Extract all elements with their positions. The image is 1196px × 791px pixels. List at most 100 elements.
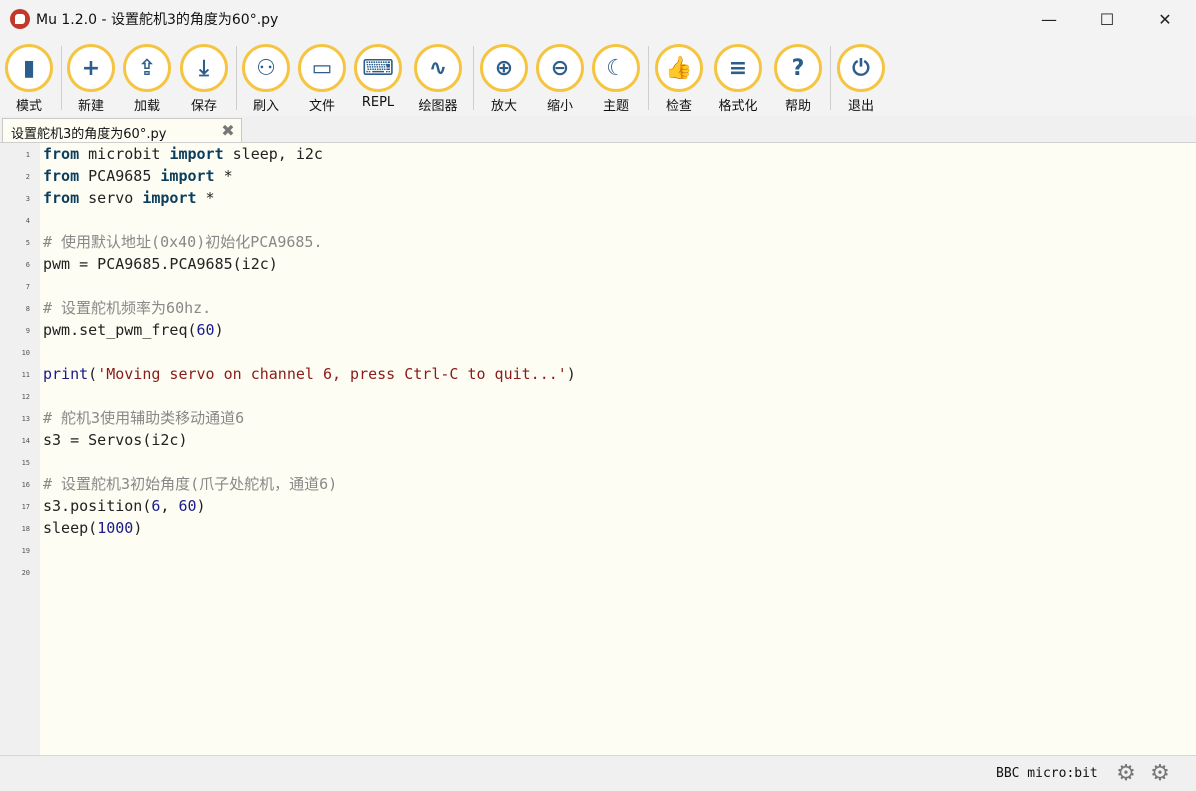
line-number: 15 <box>21 459 30 467</box>
toolbar-separator <box>830 46 831 110</box>
check-label: 检查 <box>665 99 692 114</box>
minimize-button[interactable]: — <box>1020 0 1078 38</box>
repl-button[interactable]: ⌨ REPL <box>352 44 404 110</box>
toolbar-separator <box>648 46 649 110</box>
power-icon: ⏻ <box>837 44 885 92</box>
zoom-out-label: 缩小 <box>546 99 573 114</box>
new-button[interactable]: + 新建 <box>65 44 117 114</box>
mu-logo-icon <box>10 9 30 29</box>
line-number: 19 <box>21 547 30 555</box>
zoom-in-label: 放大 <box>490 99 517 114</box>
check-button[interactable]: 👍 检查 <box>653 44 705 114</box>
code-line: print('Moving servo on channel 6, press … <box>43 365 576 383</box>
code-line: # 舵机3使用辅助类移动通道6 <box>43 409 245 427</box>
download-icon: ⤓ <box>180 44 228 92</box>
line-number: 12 <box>21 393 30 401</box>
moon-icon: ☾ <box>592 44 640 92</box>
zoom-in-icon: ⊕ <box>480 44 528 92</box>
line-number: 1 <box>25 151 30 159</box>
help-button[interactable]: ? 帮助 <box>772 44 824 114</box>
tab-bar: 设置舵机3的角度为60°.py ✖ <box>0 116 1196 142</box>
line-number: 3 <box>25 195 30 203</box>
quit-label: 退出 <box>847 99 874 114</box>
save-label: 保存 <box>190 99 217 114</box>
line-number: 13 <box>21 415 30 423</box>
line-number: 9 <box>25 327 30 335</box>
toolbar: ▮ 模式 + 新建 ⇪ 加载 ⤓ 保存 ⚇ 刷入 ▭ 文件 ⌨ REPL ∿ 绘… <box>0 38 1196 116</box>
files-icon: ▭ <box>298 44 346 92</box>
maximize-button[interactable]: ☐ <box>1078 0 1136 38</box>
line-number: 17 <box>21 503 30 511</box>
code-line: from microbit import sleep, i2c <box>43 145 323 163</box>
title-bar: Mu 1.2.0 - 设置舵机3的角度为60°.py — ☐ ✕ <box>0 0 1196 38</box>
load-label: 加载 <box>133 99 160 114</box>
code-line: # 使用默认地址(0x40)初始化PCA9685. <box>43 233 323 251</box>
line-number: 16 <box>21 481 30 489</box>
code-line: from PCA9685 import * <box>43 167 233 185</box>
file-tab[interactable]: 设置舵机3的角度为60°.py ✖ <box>2 118 242 142</box>
keyboard-icon: ⌨ <box>354 44 402 92</box>
mode-icon: ▮ <box>5 44 53 92</box>
new-label: 新建 <box>77 99 104 114</box>
code-line: from servo import * <box>43 189 215 207</box>
line-number: 2 <box>25 173 30 181</box>
help-icon: ? <box>774 44 822 92</box>
repl-label: REPL <box>361 95 395 110</box>
upload-icon: ⇪ <box>123 44 171 92</box>
code-line: pwm.set_pwm_freq(60) <box>43 321 224 339</box>
toolbar-separator <box>473 46 474 110</box>
toolbar-separator <box>236 46 237 110</box>
plus-icon: + <box>67 44 115 92</box>
zoom-in-button[interactable]: ⊕ 放大 <box>478 44 530 114</box>
zoom-out-icon: ⊖ <box>536 44 584 92</box>
tidy-button[interactable]: ≡ 格式化 <box>712 44 764 114</box>
plotter-button[interactable]: ∿ 绘图器 <box>412 44 464 114</box>
help-label: 帮助 <box>784 99 811 114</box>
mode-button[interactable]: ▮ 模式 <box>3 44 55 114</box>
device-disconnected-icon[interactable]: ⚙ <box>1114 762 1138 786</box>
line-number: 11 <box>21 371 30 379</box>
theme-button[interactable]: ☾ 主题 <box>590 44 642 114</box>
flash-button[interactable]: ⚇ 刷入 <box>240 44 292 114</box>
thumbs-up-icon: 👍 <box>655 44 703 92</box>
zoom-out-button[interactable]: ⊖ 缩小 <box>534 44 586 114</box>
code-line: s3 = Servos(i2c) <box>43 431 188 449</box>
save-button[interactable]: ⤓ 保存 <box>178 44 230 114</box>
flash-label: 刷入 <box>252 99 279 114</box>
close-tab-icon[interactable]: ✖ <box>219 122 237 140</box>
mode-indicator[interactable]: BBC micro:bit <box>996 766 1098 781</box>
plotter-icon: ∿ <box>414 44 462 92</box>
code-editor[interactable]: 1 2 3 4 5 6 7 8 9 10 11 12 13 14 15 16 1… <box>0 142 1196 756</box>
line-number: 20 <box>21 569 30 577</box>
window-title: Mu 1.2.0 - 设置舵机3的角度为60°.py <box>36 12 279 28</box>
close-window-button[interactable]: ✕ <box>1136 0 1194 38</box>
load-button[interactable]: ⇪ 加载 <box>121 44 173 114</box>
microbit-icon: ⚇ <box>242 44 290 92</box>
line-number: 6 <box>25 261 30 269</box>
code-line: sleep(1000) <box>43 519 143 537</box>
line-number: 8 <box>25 305 30 313</box>
tidy-label: 格式化 <box>718 99 758 114</box>
code-line: # 设置舵机3初始角度(爪子处舵机，通道6) <box>43 475 338 493</box>
code-line: # 设置舵机频率为60hz. <box>43 299 212 317</box>
quit-button[interactable]: ⏻ 退出 <box>835 44 887 114</box>
code-line: pwm = PCA9685.PCA9685(i2c) <box>43 255 278 273</box>
format-icon: ≡ <box>714 44 762 92</box>
toolbar-separator <box>61 46 62 110</box>
files-button[interactable]: ▭ 文件 <box>296 44 348 114</box>
file-tab-label: 设置舵机3的角度为60°.py <box>11 127 167 142</box>
code-line: s3.position(6, 60) <box>43 497 206 515</box>
line-number: 5 <box>25 239 30 247</box>
line-number: 7 <box>25 283 30 291</box>
mode-label: 模式 <box>15 99 42 114</box>
files-label: 文件 <box>308 99 335 114</box>
theme-label: 主题 <box>602 99 629 114</box>
plotter-label: 绘图器 <box>418 99 458 114</box>
line-number: 14 <box>21 437 30 445</box>
settings-gear-icon[interactable]: ⚙ <box>1148 762 1172 786</box>
status-bar: BBC micro:bit ⚙ ⚙ <box>0 755 1196 791</box>
line-number: 4 <box>25 217 30 225</box>
line-number: 18 <box>21 525 30 533</box>
line-number-gutter: 1 2 3 4 5 6 7 8 9 10 11 12 13 14 15 16 1… <box>0 143 40 756</box>
line-number: 10 <box>21 349 30 357</box>
